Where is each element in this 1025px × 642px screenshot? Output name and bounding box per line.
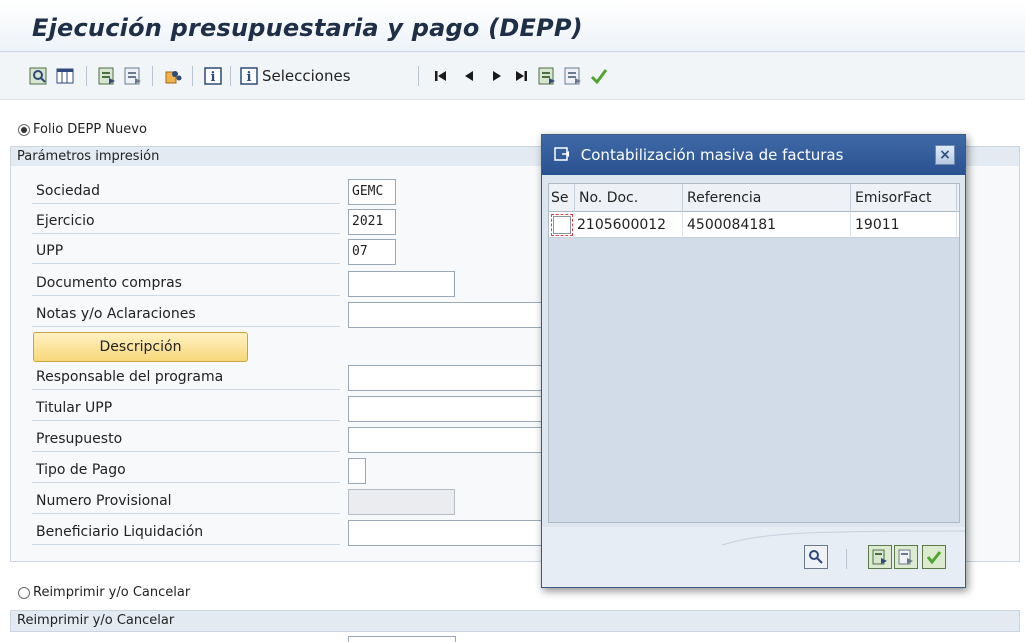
reimprimir-option[interactable]: Reimprimir y/o Cancelar	[18, 585, 190, 600]
toolbar-separator	[86, 66, 87, 86]
deselect-all-icon[interactable]	[122, 65, 144, 87]
info-icon[interactable]: i	[202, 65, 224, 87]
footer-separator	[846, 549, 847, 569]
presupuesto-input[interactable]	[348, 427, 548, 453]
beneficiario-input[interactable]	[348, 520, 548, 546]
select-all-icon[interactable]	[96, 65, 118, 87]
mass-posting-dialog: Contabilización masiva de facturas × Se …	[541, 134, 966, 588]
next-page-icon[interactable]	[486, 65, 508, 87]
documento-compras-input[interactable]	[348, 271, 455, 297]
table-row[interactable]: 2105600012 4500084181 19011	[549, 212, 959, 238]
column-header-sel[interactable]: Se	[549, 184, 575, 212]
execute-icon[interactable]	[28, 65, 50, 87]
cell-doc: 2105600012	[573, 212, 683, 238]
column-header-doc[interactable]: No. Doc.	[575, 184, 683, 212]
dialog-window-icon	[554, 136, 570, 176]
deselect-all-rows-icon[interactable]	[894, 545, 918, 569]
responsable-input[interactable]	[348, 365, 548, 391]
export-icon[interactable]	[536, 65, 558, 87]
layout-icon[interactable]	[54, 65, 76, 87]
upp-input[interactable]: 07	[348, 239, 396, 265]
ejercicio-input[interactable]: 2021	[348, 209, 396, 235]
field-label: Presupuesto	[32, 426, 340, 452]
field-label: Titular UPP	[32, 395, 340, 421]
reprint-field-input[interactable]	[348, 636, 456, 642]
select-all-rows-icon[interactable]	[868, 545, 892, 569]
folio-nuevo-label: Folio DEPP Nuevo	[33, 122, 147, 137]
row-select-checkbox[interactable]	[551, 214, 573, 236]
page-title: Ejecución presupuestaria y pago (DEPP)	[32, 14, 583, 42]
cell-referencia: 4500084181	[683, 212, 851, 238]
tipo-pago-input[interactable]	[348, 458, 366, 484]
field-label: Beneficiario Liquidación	[32, 519, 340, 545]
first-page-icon[interactable]	[430, 65, 452, 87]
dialog-footer	[542, 527, 965, 587]
toolbar-separator	[230, 66, 231, 86]
column-header-referencia[interactable]: Referencia	[683, 184, 851, 212]
numero-provisional-input	[348, 489, 455, 515]
svg-text:i: i	[211, 70, 216, 85]
table-header: Se No. Doc. Referencia EmisorFact	[549, 184, 959, 212]
confirm-check-icon[interactable]	[922, 545, 946, 569]
import-icon[interactable]	[562, 65, 584, 87]
field-label: Documento compras	[32, 270, 340, 296]
invoice-table: Se No. Doc. Referencia EmisorFact 210560…	[548, 183, 960, 523]
find-icon[interactable]	[804, 545, 828, 569]
folio-nuevo-option[interactable]: Folio DEPP Nuevo	[18, 122, 147, 137]
cell-emisor: 19011	[851, 212, 957, 238]
info-selections-icon[interactable]: i	[238, 65, 260, 87]
title-bar: Ejecución presupuestaria y pago (DEPP)	[0, 0, 1025, 52]
reimprimir-radio[interactable]	[18, 586, 30, 599]
field-label: UPP	[32, 238, 340, 264]
field-label: Numero Provisional	[32, 488, 340, 514]
field-label: Ejercicio	[32, 208, 340, 234]
field-label: Notas y/o Aclaraciones	[32, 301, 340, 327]
sociedad-input[interactable]: GEMC	[348, 179, 396, 205]
selections-button[interactable]: Selecciones	[262, 67, 351, 85]
check-icon[interactable]	[588, 65, 610, 87]
toolbar-separator	[152, 66, 153, 86]
previous-page-icon[interactable]	[458, 65, 480, 87]
dialog-title-bar: Contabilización masiva de facturas	[542, 135, 965, 175]
field-label: Tipo de Pago	[32, 457, 340, 483]
toolbar-separator	[418, 66, 419, 86]
application-toolbar: i i Selecciones	[0, 52, 1025, 100]
close-icon[interactable]: ×	[935, 145, 955, 165]
titular-upp-input[interactable]	[348, 396, 548, 422]
svg-text:i: i	[247, 70, 252, 85]
field-label: Responsable del programa	[32, 364, 340, 390]
folio-nuevo-radio[interactable]	[18, 123, 30, 136]
toolbar-separator	[192, 66, 193, 86]
dialog-title: Contabilización masiva de facturas	[580, 146, 844, 164]
reprint-group-header: Reimprimir y/o Cancelar	[10, 610, 1020, 632]
notas-input[interactable]	[348, 302, 548, 328]
field-label: Sociedad	[32, 178, 340, 204]
reimprimir-label: Reimprimir y/o Cancelar	[33, 585, 191, 600]
last-page-icon[interactable]	[510, 65, 532, 87]
cut-icon[interactable]	[162, 65, 184, 87]
column-header-emisor[interactable]: EmisorFact	[851, 184, 957, 212]
descripcion-button[interactable]: Descripción	[33, 332, 248, 362]
